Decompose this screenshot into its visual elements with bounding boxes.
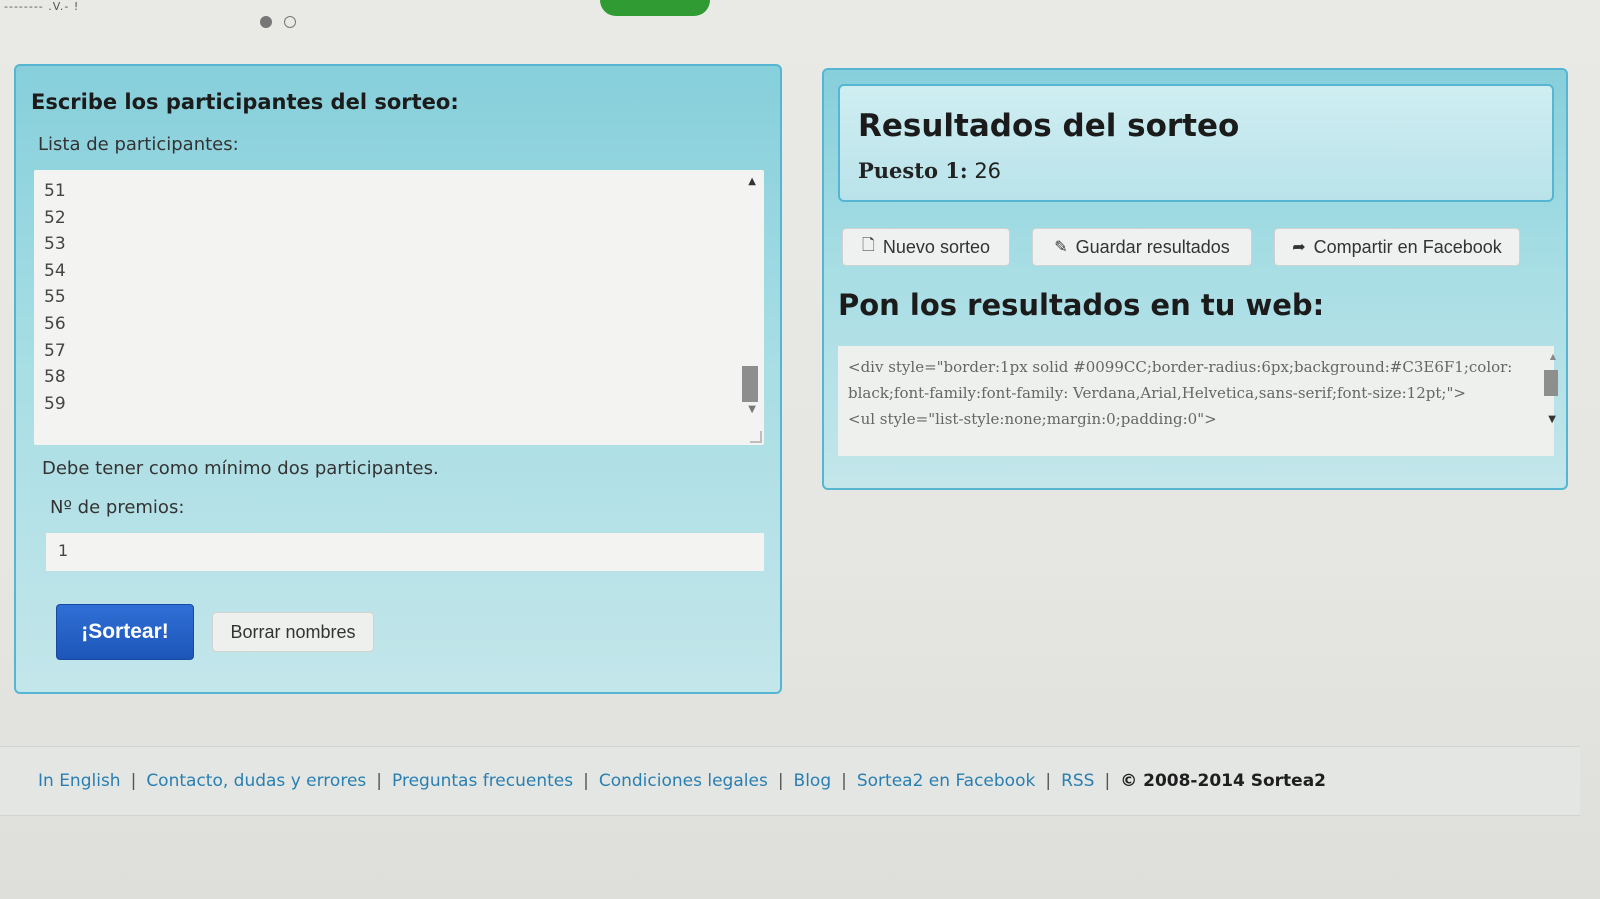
participants-panel: Escribe los participantes del sorteo: Li… [14, 64, 782, 694]
place-label: Puesto 1: [858, 158, 968, 183]
participant-line: 59 [44, 393, 66, 414]
footer: In English | Contacto, dudas y errores |… [0, 746, 1580, 816]
save-results-button[interactable]: ✎ Guardar resultados [1032, 228, 1252, 266]
participants-title: Escribe los participantes del sorteo: [31, 90, 459, 114]
file-icon: 🗋 [862, 236, 875, 254]
carousel-dots [260, 16, 296, 28]
separator: | [583, 771, 589, 791]
scroll-down-arrow-icon[interactable]: ▼ [748, 404, 756, 415]
resize-handle-icon[interactable] [750, 431, 762, 443]
code-scrollbar-thumb[interactable] [1544, 370, 1558, 396]
copyright: © 2008-2014 Sortea2 [1120, 771, 1326, 791]
participant-line: 56 [44, 313, 66, 334]
code-scroll-down-arrow-icon[interactable]: ▼ [1548, 414, 1556, 425]
footer-link-faq[interactable]: Preguntas frecuentes [392, 771, 573, 791]
share-facebook-label: Compartir en Facebook [1313, 236, 1502, 257]
separator: | [1104, 771, 1111, 791]
embed-title: Pon los resultados en tu web: [838, 288, 1325, 322]
new-draw-button[interactable]: 🗋 Nuevo sorteo [842, 228, 1010, 266]
clear-names-button[interactable]: Borrar nombres [212, 612, 374, 652]
participants-lines: 51 52 53 54 55 56 57 58 59 [44, 178, 66, 417]
new-draw-label: Nuevo sorteo [882, 236, 990, 257]
carousel-dot[interactable] [284, 16, 296, 28]
top-scribble: -------- .V.- ! [4, 0, 80, 13]
min-participants-message: Debe tener como mínimo dos participantes… [42, 458, 439, 479]
participants-list-label: Lista de participantes: [38, 134, 239, 155]
separator: | [777, 771, 784, 791]
participant-line: 55 [44, 287, 66, 308]
participant-line: 53 [44, 234, 66, 255]
carousel-dot-active[interactable] [260, 16, 272, 28]
participant-line: 52 [44, 207, 66, 228]
scroll-up-arrow-icon[interactable]: ▲ [748, 176, 756, 187]
participants-textarea[interactable]: 51 52 53 54 55 56 57 58 59 ▲ ▼ [34, 170, 764, 445]
scrollbar-thumb[interactable] [742, 366, 758, 402]
separator: | [841, 771, 847, 791]
participant-line: 51 [44, 181, 66, 201]
embed-code-textarea[interactable]: <div style="border:1px solid #0099CC;bor… [838, 346, 1554, 456]
participant-line: 58 [44, 367, 66, 388]
participant-line: 57 [44, 340, 66, 361]
share-facebook-button[interactable]: ➦ Compartir en Facebook [1274, 228, 1520, 266]
prizes-label: Nº de premios: [50, 497, 185, 518]
participant-line: 54 [44, 260, 66, 281]
separator: | [1045, 771, 1052, 791]
footer-link-rss[interactable]: RSS [1061, 771, 1094, 791]
prizes-input[interactable]: 1 [46, 533, 764, 571]
separator: | [376, 771, 382, 791]
separator: | [130, 771, 137, 791]
results-panel: Resultados del sorteo Puesto 1: 26 🗋 Nue… [822, 68, 1568, 490]
footer-link-legal[interactable]: Condiciones legales [599, 771, 768, 791]
code-scroll-up-arrow-icon[interactable]: ▲ [1550, 352, 1556, 361]
footer-link-blog[interactable]: Blog [794, 771, 832, 791]
save-results-label: Guardar resultados [1075, 236, 1230, 257]
footer-link-facebook[interactable]: Sortea2 en Facebook [857, 771, 1035, 791]
winner-line: Puesto 1: 26 [858, 158, 1001, 183]
footer-link-contact[interactable]: Contacto, dudas y errores [146, 771, 366, 791]
results-title: Resultados del sorteo [858, 108, 1240, 144]
page: -------- .V.- ! Escribe los participante… [0, 0, 1600, 899]
share-icon: ➦ [1292, 239, 1306, 256]
edit-icon: ✎ [1054, 239, 1068, 256]
place-value: 26 [974, 159, 1002, 183]
green-tab[interactable] [600, 0, 710, 16]
footer-link-english[interactable]: In English [38, 771, 121, 791]
results-box: Resultados del sorteo Puesto 1: 26 [838, 84, 1554, 202]
draw-button[interactable]: ¡Sortear! [56, 604, 194, 660]
